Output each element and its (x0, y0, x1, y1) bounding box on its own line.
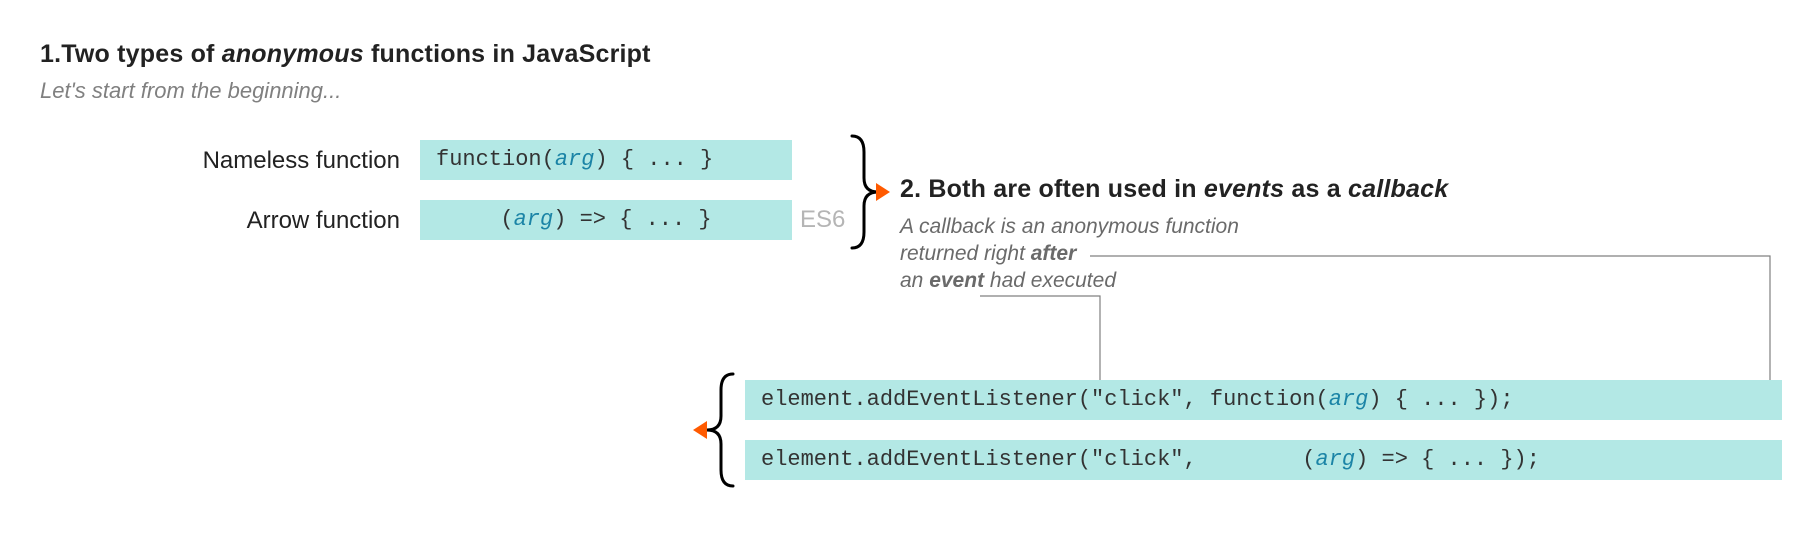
code-arg: arg (1329, 387, 1369, 412)
brace-left-icon (705, 372, 735, 488)
code-text: function( (436, 147, 555, 172)
example-code-2: element.addEventListener("click", (arg) … (745, 440, 1782, 480)
row1-label: Nameless function (110, 147, 400, 175)
text: as a (1284, 175, 1348, 203)
section1-heading: 1.Two types of anonymous functions in Ja… (40, 40, 651, 69)
code-arg: arg (514, 207, 554, 232)
row2-label: Arrow function (110, 207, 400, 235)
text-em: callback (1348, 175, 1448, 203)
es6-badge: ES6 (800, 206, 845, 234)
code-arg: arg (1316, 447, 1356, 472)
code-text: element.addEventListener("click", functi… (761, 387, 1329, 412)
connector-lines-icon (900, 234, 1800, 394)
example-code-1: element.addEventListener("click", functi… (745, 380, 1782, 420)
code-text: ) { ... }); (1368, 387, 1513, 412)
row1-code: function(arg) { ... } (420, 140, 792, 180)
code-arg: arg (555, 147, 595, 172)
row2-code: (arg) => { ... } (420, 200, 792, 240)
arrow-left-icon (693, 421, 707, 439)
text-em: events (1204, 175, 1284, 203)
code-text: ) => { ... }); (1355, 447, 1540, 472)
arrow-right-icon (876, 183, 890, 201)
section1-subtitle: Let's start from the beginning... (40, 78, 341, 104)
section2-heading: 2. Both are often used in events as a ca… (900, 175, 1448, 204)
code-text: element.addEventListener("click", ( (761, 447, 1316, 472)
text: 2. Both are often used in (900, 175, 1204, 203)
text-em: anonymous (222, 40, 364, 68)
text: functions in JavaScript (364, 40, 651, 68)
text: 1.Two types of (40, 40, 222, 68)
code-text: ) => { ... } (553, 207, 711, 232)
code-text: ) { ... } (594, 147, 713, 172)
code-text: ( (500, 207, 513, 232)
